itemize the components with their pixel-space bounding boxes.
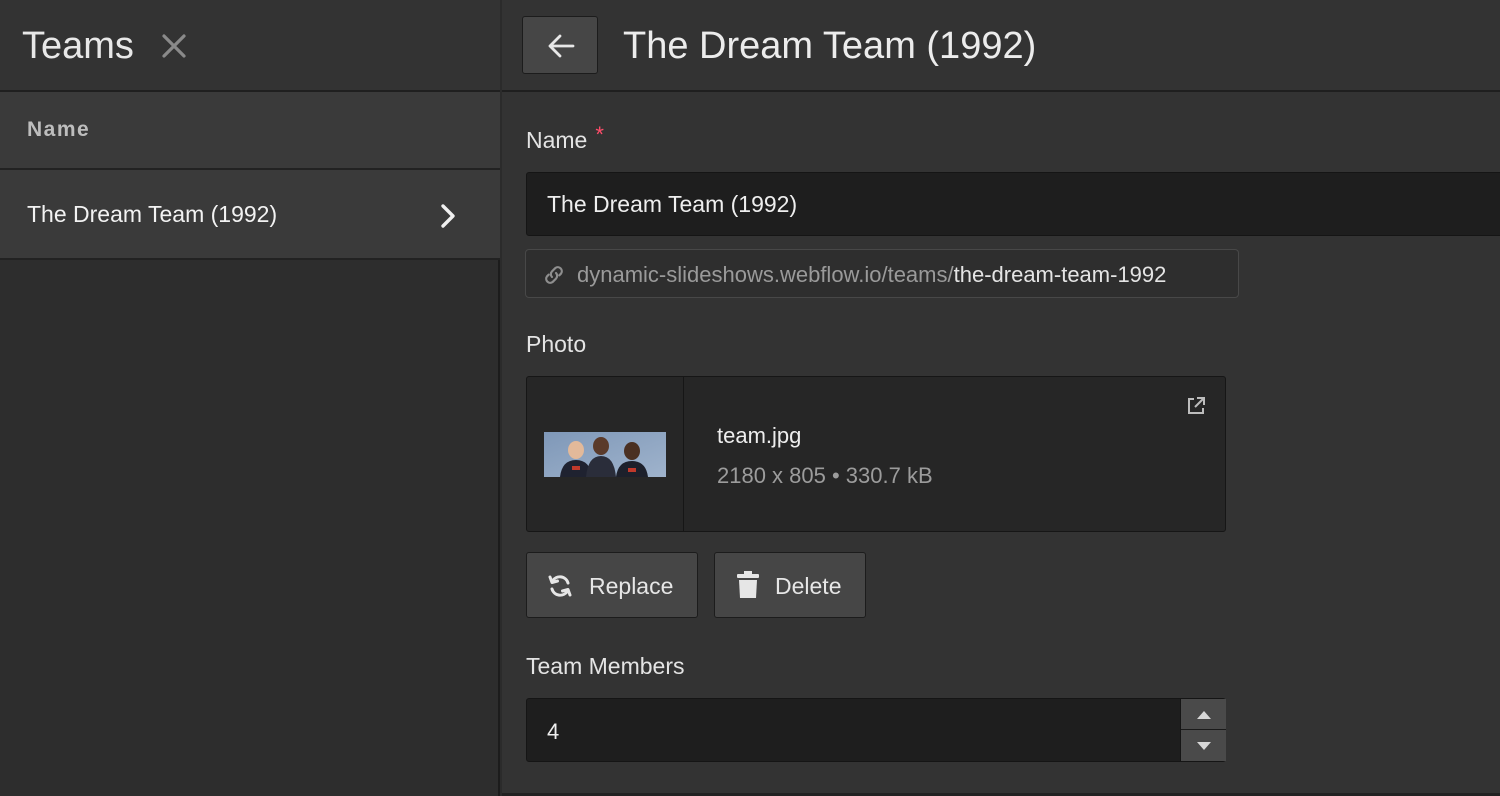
item-editor: The Dream Team (1992) Name * dynamic-slid… [502,0,1500,796]
team-members-field[interactable]: 4 [526,698,1226,762]
stepper-down-button[interactable] [1181,730,1226,761]
required-marker: * [595,122,604,147]
delete-button-label: Delete [775,573,842,599]
list-item[interactable]: The Dream Team (1992) [0,170,500,260]
slug-field[interactable]: dynamic-slideshows.webflow.io/teams/the-… [525,249,1239,298]
caret-down-icon [1197,742,1211,750]
link-icon [545,266,563,284]
editor-header: The Dream Team (1992) [502,0,1500,92]
chevron-right-icon [441,204,455,228]
photo-thumbnail-area [527,377,684,531]
arrow-left-icon [548,34,575,58]
file-meta: 2180 x 805 • 330.7 kB [717,463,933,488]
sidebar-header: Teams [0,0,500,92]
replace-button[interactable]: Replace [526,552,698,618]
team-members-field-label: Team Members [526,653,685,679]
photo-thumbnail [544,432,666,477]
back-button[interactable] [522,16,598,74]
name-field-label: Name * [526,122,604,154]
photo-field-label: Photo [526,331,587,357]
external-link-icon[interactable] [1185,395,1207,417]
caret-up-icon [1197,711,1211,719]
column-header-name[interactable]: Name [0,92,500,170]
trash-icon [737,571,759,598]
slug-base-url: dynamic-slideshows.webflow.io/teams/ [577,262,954,287]
name-field[interactable] [526,172,1500,236]
list-item-label: The Dream Team (1992) [27,201,278,227]
stepper-up-button[interactable] [1181,699,1226,730]
app: Teams Name The Dream Team (1992) The Dre… [0,0,1500,796]
team-members-value: 4 [547,719,560,744]
column-header-label: Name [27,118,91,141]
slug-value: the-dream-team-1992 [953,262,1167,287]
file-name: team.jpg [717,423,802,448]
name-label-text: Name [526,127,588,153]
photo-card: team.jpg 2180 x 805 • 330.7 kB [526,376,1226,532]
close-icon[interactable] [158,30,190,62]
refresh-icon [548,575,572,597]
collection-sidebar: Teams Name The Dream Team (1992) [0,0,500,796]
sidebar-title: Teams [22,25,134,67]
page-title: The Dream Team (1992) [623,25,1037,67]
replace-button-label: Replace [589,573,674,599]
slug-text: dynamic-slideshows.webflow.io/teams/the-… [577,262,1166,288]
quantity-stepper [1180,699,1226,761]
delete-button[interactable]: Delete [714,552,866,618]
